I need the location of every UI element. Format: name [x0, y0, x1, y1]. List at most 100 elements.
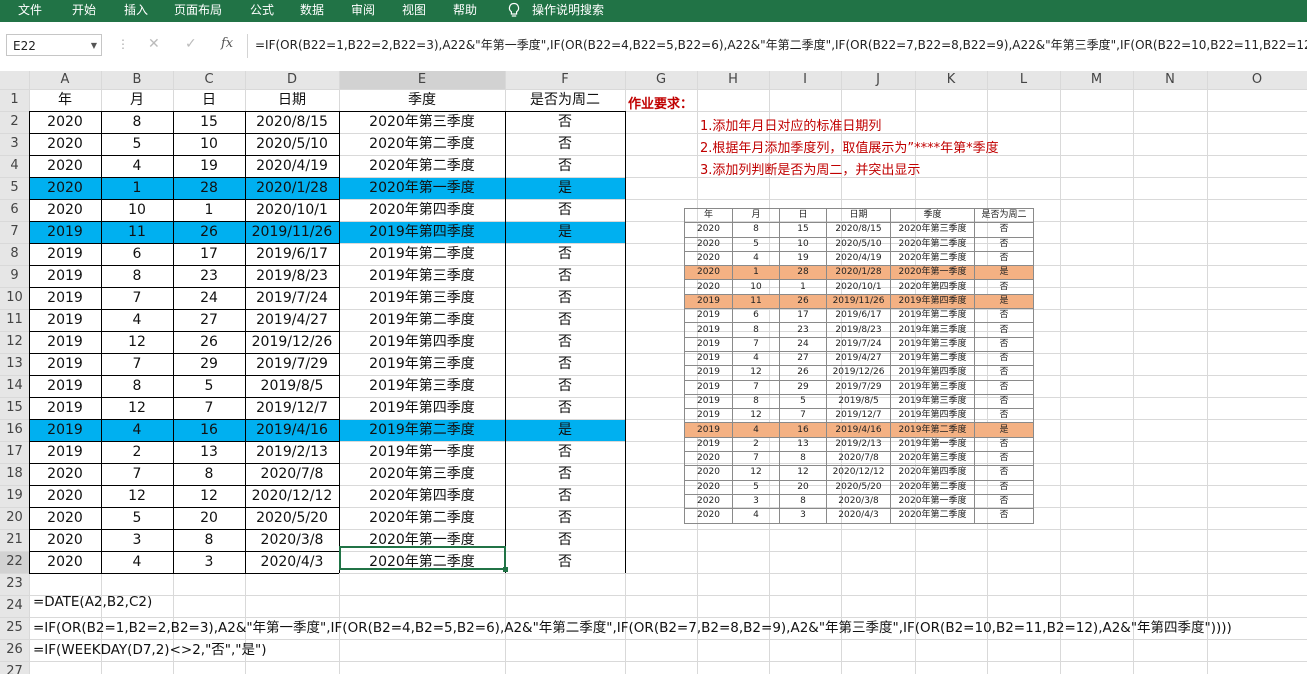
table-cell[interactable]: 7: [101, 287, 173, 309]
table-cell[interactable]: 24: [173, 287, 245, 309]
table-cell[interactable]: 23: [173, 265, 245, 287]
table-cell[interactable]: 否: [505, 133, 625, 155]
row-header-22[interactable]: 22: [0, 551, 29, 573]
table-cell[interactable]: 2020年第四季度: [339, 485, 505, 507]
table-cell[interactable]: 2019年第三季度: [339, 375, 505, 397]
table-cell[interactable]: 2020: [29, 463, 101, 485]
row-header-11[interactable]: 11: [0, 309, 29, 331]
table-cell[interactable]: 2020: [29, 551, 101, 573]
table-header-cell[interactable]: 年: [29, 89, 101, 111]
row-header-13[interactable]: 13: [0, 353, 29, 375]
table-cell[interactable]: 2019年第二季度: [339, 309, 505, 331]
table-cell[interactable]: 2019: [29, 397, 101, 419]
table-cell[interactable]: 2020: [29, 485, 101, 507]
table-cell[interactable]: 2019/8/5: [245, 375, 339, 397]
table-cell[interactable]: 否: [505, 309, 625, 331]
row-header-18[interactable]: 18: [0, 463, 29, 485]
table-cell[interactable]: 2020: [29, 199, 101, 221]
table-cell[interactable]: 27: [173, 309, 245, 331]
row-header-4[interactable]: 4: [0, 155, 29, 177]
table-cell[interactable]: 2019年第一季度: [339, 441, 505, 463]
table-cell[interactable]: 3: [101, 529, 173, 551]
table-cell[interactable]: 5: [101, 133, 173, 155]
column-header-l[interactable]: L: [987, 71, 1060, 89]
row-header-21[interactable]: 21: [0, 529, 29, 551]
row-header-15[interactable]: 15: [0, 397, 29, 419]
table-cell[interactable]: 2020: [29, 155, 101, 177]
table-cell[interactable]: 2020: [29, 507, 101, 529]
table-cell[interactable]: 2019年第四季度: [339, 221, 505, 243]
tab-home[interactable]: 开始: [72, 0, 96, 22]
row-header-7[interactable]: 7: [0, 221, 29, 243]
table-cell[interactable]: 2019: [29, 243, 101, 265]
table-cell[interactable]: 2019/11/26: [245, 221, 339, 243]
table-cell[interactable]: 2: [101, 441, 173, 463]
table-cell[interactable]: 否: [505, 353, 625, 375]
tab-file[interactable]: 文件: [18, 0, 42, 22]
table-cell[interactable]: 否: [505, 243, 625, 265]
table-cell[interactable]: 否: [505, 111, 625, 133]
table-cell[interactable]: 2019: [29, 309, 101, 331]
table-cell[interactable]: 2020/8/15: [245, 111, 339, 133]
table-cell[interactable]: 否: [505, 155, 625, 177]
table-cell[interactable]: 7: [101, 353, 173, 375]
table-cell[interactable]: 2019/8/23: [245, 265, 339, 287]
table-cell[interactable]: 2020年第三季度: [339, 111, 505, 133]
table-cell[interactable]: 2019: [29, 353, 101, 375]
table-cell[interactable]: 13: [173, 441, 245, 463]
tab-page-layout[interactable]: 页面布局: [174, 0, 222, 22]
table-cell[interactable]: 2019年第三季度: [339, 265, 505, 287]
table-cell[interactable]: 3: [173, 551, 245, 573]
table-cell[interactable]: 2019: [29, 287, 101, 309]
row-header-10[interactable]: 10: [0, 287, 29, 309]
table-cell[interactable]: 否: [505, 375, 625, 397]
row-header-25[interactable]: 25: [0, 617, 29, 639]
table-cell[interactable]: 11: [101, 221, 173, 243]
column-header-h[interactable]: H: [697, 71, 769, 89]
table-cell[interactable]: 2019年第二季度: [339, 243, 505, 265]
table-cell[interactable]: 2019: [29, 375, 101, 397]
table-cell[interactable]: 否: [505, 507, 625, 529]
tab-data[interactable]: 数据: [300, 0, 324, 22]
confirm-icon[interactable]: ✓: [185, 36, 197, 52]
column-header-a[interactable]: A: [29, 71, 101, 89]
table-cell[interactable]: 28: [173, 177, 245, 199]
formula-input[interactable]: =IF(OR(B22=1,B22=2,B22=3),A22&"年第一季度",IF…: [255, 34, 1307, 56]
table-cell[interactable]: 12: [173, 485, 245, 507]
table-cell[interactable]: 否: [505, 199, 625, 221]
table-cell[interactable]: 否: [505, 265, 625, 287]
table-cell[interactable]: 4: [101, 551, 173, 573]
table-cell[interactable]: 否: [505, 441, 625, 463]
table-cell[interactable]: 否: [505, 287, 625, 309]
table-cell[interactable]: 2020: [29, 111, 101, 133]
table-cell[interactable]: 2019/12/26: [245, 331, 339, 353]
row-header-16[interactable]: 16: [0, 419, 29, 441]
table-cell[interactable]: 2019: [29, 441, 101, 463]
table-cell[interactable]: 2019/12/7: [245, 397, 339, 419]
table-cell[interactable]: 12: [101, 397, 173, 419]
table-cell[interactable]: 12: [101, 485, 173, 507]
table-cell[interactable]: 10: [101, 199, 173, 221]
table-cell[interactable]: 2019年第三季度: [339, 287, 505, 309]
column-header-o[interactable]: O: [1207, 71, 1307, 89]
column-header-f[interactable]: F: [505, 71, 625, 89]
table-cell[interactable]: 4: [101, 419, 173, 441]
table-cell[interactable]: 7: [101, 463, 173, 485]
table-cell[interactable]: 2019年第四季度: [339, 397, 505, 419]
selected-cell-e22[interactable]: [339, 546, 506, 570]
table-cell[interactable]: 2019: [29, 331, 101, 353]
table-cell[interactable]: 2020/12/12: [245, 485, 339, 507]
table-cell[interactable]: 否: [505, 485, 625, 507]
table-cell[interactable]: 2019/2/13: [245, 441, 339, 463]
column-header-g[interactable]: G: [625, 71, 697, 89]
table-cell[interactable]: 8: [101, 375, 173, 397]
table-header-cell[interactable]: 月: [101, 89, 173, 111]
table-cell[interactable]: 2019: [29, 265, 101, 287]
table-cell[interactable]: 16: [173, 419, 245, 441]
chevron-down-icon[interactable]: ▼: [91, 35, 97, 57]
table-cell[interactable]: 2020年第二季度: [339, 133, 505, 155]
table-cell[interactable]: 5: [101, 507, 173, 529]
table-cell[interactable]: 15: [173, 111, 245, 133]
row-header-2[interactable]: 2: [0, 111, 29, 133]
row-header-14[interactable]: 14: [0, 375, 29, 397]
